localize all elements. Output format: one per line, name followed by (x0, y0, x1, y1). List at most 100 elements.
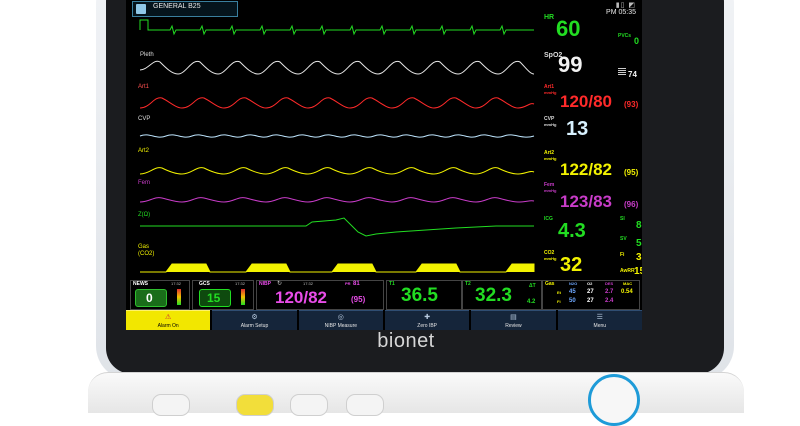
nibp-time: 17:32 (303, 281, 314, 286)
review-icon: ▤ (510, 314, 517, 321)
gas-et-o2: 27 (587, 289, 594, 295)
gas-header-des: DES (605, 281, 614, 286)
t2-label: T2 (465, 281, 471, 287)
zero-ibp-label: Zero IBP (417, 323, 438, 329)
sv-value: 55 (636, 238, 642, 249)
t2-tile[interactable]: T2 32.3 ΔT 4.2 (462, 280, 542, 310)
art1-mean: (93) (624, 100, 639, 109)
brand-logo: bionet (377, 330, 435, 352)
gas-fi-o2: 27 (587, 298, 594, 304)
waveform-area (139, 19, 535, 273)
gcs-tile[interactable]: GCS 17:32 15 (192, 280, 254, 310)
pleth-wave (139, 60, 535, 75)
patient-icon (136, 4, 146, 14)
pi-value: 74 (628, 70, 637, 79)
fem-wave (139, 197, 535, 203)
nibp-pr-value: 81 (353, 281, 360, 287)
art1-wave (139, 97, 535, 109)
gas-header-o2: O2 (587, 281, 593, 286)
co2-wave (140, 263, 535, 273)
alarm-silence-button[interactable] (236, 394, 274, 416)
pvcs-value: 0 (634, 36, 640, 46)
zero-ibp-button[interactable]: ✚ Zero IBP (384, 310, 470, 330)
pleth-label: Pleth (140, 52, 154, 58)
hardware-button-4[interactable] (346, 394, 384, 416)
fem-label: Fem (138, 180, 150, 186)
t1-tile[interactable]: T1 36.5 (386, 280, 462, 310)
gcs-label: GCS (199, 281, 210, 287)
alarm-setup-label: Alarm Setup (240, 323, 269, 329)
spo2-label: SpO2 (544, 52, 563, 59)
news-tile[interactable]: NEWS 17:32 0 (130, 280, 190, 310)
gas-et-mac: 0.54 (621, 289, 633, 295)
nibp-cycle-icon: ↻ (277, 281, 283, 287)
dt-label: ΔT (529, 283, 536, 289)
menu-icon: ☰ (596, 314, 603, 321)
alarm-setup-icon: ⚙ (251, 314, 258, 321)
nibp-value: 120/82 (275, 288, 327, 307)
nibp-pr-label: PR (345, 281, 351, 286)
art1-value[interactable]: 120/80 (560, 92, 612, 112)
patient-name: GENERAL B25 (153, 3, 201, 10)
art1-label: Art1 (138, 84, 150, 90)
icg-value[interactable]: 4.3 (558, 220, 586, 243)
menu-button[interactable]: ☰ Menu (557, 310, 642, 330)
alarm-bell-icon: ⚠ (165, 314, 172, 321)
gas-tile[interactable]: Gas N2O O2 DES MAC Et 45 27 2.7 0.54 Fi … (542, 280, 640, 310)
art2-value[interactable]: 122/82 (560, 160, 612, 180)
gas-et-des: 2.7 (605, 289, 614, 295)
rotary-knob[interactable] (588, 374, 640, 426)
alarm-setup-button[interactable]: ⚙ Alarm Setup (212, 310, 297, 330)
si-value: 81 (636, 220, 642, 231)
nibp-cuff-icon: ◎ (337, 314, 344, 321)
ecg-wave (139, 19, 534, 36)
nibp-measure-button[interactable]: ◎ NIBP Measure (298, 310, 383, 330)
hr-value[interactable]: 60 (556, 16, 580, 42)
news-gauge (177, 289, 181, 305)
cvp-value[interactable]: 13 (566, 118, 588, 141)
fi-label: Fi (620, 252, 625, 258)
alarm-on-button[interactable]: ⚠ Alarm On (126, 310, 211, 330)
awrr-label: AwRR (620, 268, 635, 274)
nibp-tile[interactable]: NIBP ↻ 17:32 120/82 PR 81 (95) (256, 280, 384, 310)
t1-label: T1 (389, 281, 395, 287)
news-value: 0 (146, 291, 153, 305)
gas-fi-des: 2.4 (605, 298, 614, 304)
co2-value[interactable]: 32 (560, 254, 582, 277)
nibp-label: NIBP (259, 281, 271, 287)
t1-value: 36.5 (401, 285, 438, 306)
review-button[interactable]: ▤ Review (471, 310, 556, 330)
monitor-screen: GENERAL B25 ▮▯ ◩ PM 05:35 Pleth Art1 CVP… (126, 0, 642, 330)
gcs-value: 15 (207, 291, 221, 305)
art2-label: Art2 (138, 148, 150, 154)
gas-sub-label: (CO2) (138, 251, 155, 257)
news-label: NEWS (133, 281, 148, 287)
gas-fi-n2o: 50 (569, 298, 576, 304)
spo2-value[interactable]: 99 (558, 52, 582, 78)
pi-bar-icon (618, 68, 626, 76)
art2-wave (139, 167, 535, 175)
gcs-time: 17:32 (235, 281, 246, 286)
menu-label: Menu (593, 323, 607, 329)
gas-header-n2o: N2O (569, 281, 578, 286)
awrr-value: 15 (634, 266, 642, 277)
si-label: SI (620, 216, 625, 222)
fem-mean: (96) (624, 200, 639, 209)
gas-et-label: Et (557, 290, 561, 295)
impedance-wave (140, 217, 534, 237)
news-time: 17:32 (171, 281, 182, 286)
nibp-measure-label: NIBP Measure (324, 323, 358, 329)
power-button[interactable] (152, 394, 190, 416)
t2-value: 32.3 (475, 285, 512, 306)
sv-label: SV (620, 236, 627, 242)
gas-tile-label: Gas (545, 281, 555, 287)
hardware-button-3[interactable] (290, 394, 328, 416)
fi-value: 3 (636, 252, 642, 263)
gas-label: Gas (138, 244, 150, 250)
bottom-parameter-row: NEWS 17:32 0 GCS 17:32 15 NIBP ↻ 17:32 1… (126, 278, 642, 310)
impedance-label: Z(Ω) (138, 212, 151, 218)
soft-key-bar: ⚠ Alarm On ⚙ Alarm Setup ◎ NIBP Measure … (126, 310, 642, 330)
dt-value: 4.2 (527, 299, 536, 305)
fem-value[interactable]: 123/83 (560, 192, 612, 212)
cvp-label: CVP (138, 116, 151, 122)
